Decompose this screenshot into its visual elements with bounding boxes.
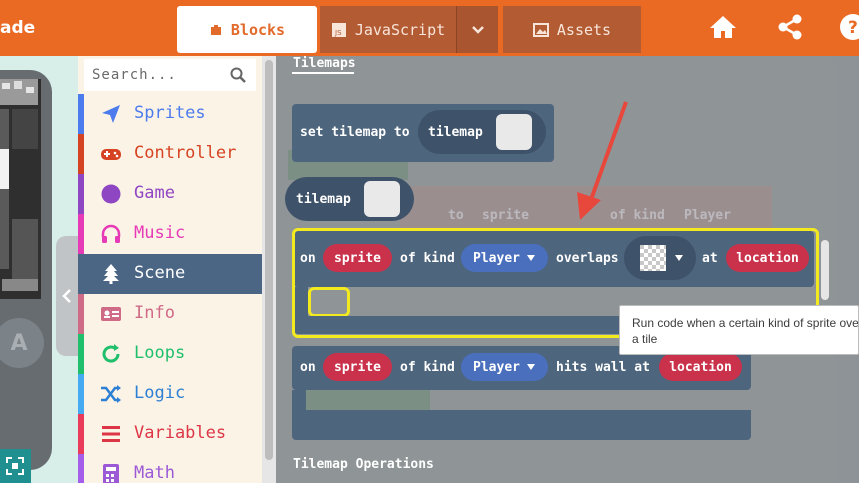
a-button-label: A	[10, 330, 28, 356]
category-color-bar	[78, 214, 84, 254]
category-loops[interactable]: Loops	[78, 334, 262, 374]
id-card-icon	[101, 307, 121, 321]
tree-icon	[103, 264, 119, 284]
top-bar: ade Blocks JS JavaScript Assets ?	[0, 0, 859, 56]
category-game[interactable]: Game	[78, 174, 262, 214]
flyout-scrollbar[interactable]	[821, 240, 829, 300]
category-label: Scene	[134, 263, 186, 283]
category-label: Logic	[134, 383, 186, 403]
refresh-icon	[102, 344, 120, 363]
tab-javascript[interactable]: JS JavaScript	[320, 6, 456, 53]
headphones-icon	[101, 224, 121, 243]
category-variables[interactable]: Variables	[78, 414, 262, 454]
hits-wall-of-kind-label: of kind	[400, 360, 455, 375]
search-input[interactable]: Search...	[84, 59, 256, 91]
fullscreen-button[interactable]	[0, 449, 31, 483]
svg-text:?: ?	[848, 18, 858, 38]
category-color-bar	[78, 374, 84, 414]
category-color-bar	[78, 174, 84, 214]
category-color-bar	[78, 414, 84, 454]
tab-blocks[interactable]: Blocks	[177, 6, 317, 53]
location-variable-label: location	[669, 359, 732, 375]
tilemap-reporter-label: tilemap	[296, 191, 351, 207]
kind-dropdown-label: Player	[473, 359, 520, 375]
category-color-bar	[78, 294, 84, 334]
sprite-variable[interactable]: sprite	[323, 353, 392, 381]
category-color-bar	[78, 454, 84, 483]
category-label: Variables	[134, 423, 227, 443]
search-placeholder: Search...	[92, 67, 177, 83]
kind-dropdown[interactable]: Player	[461, 353, 548, 381]
paper-plane-icon	[102, 105, 120, 123]
app-brand: ade	[0, 18, 36, 38]
section-title-tilemaps: Tilemaps	[293, 56, 356, 71]
category-label: Game	[134, 183, 175, 203]
category-label: Math	[134, 463, 175, 483]
tilemap-argument-label: tilemap	[428, 124, 483, 140]
chevron-left-icon	[62, 289, 71, 303]
ghost-text-to: to	[448, 208, 464, 223]
help-icon[interactable]: ?	[838, 12, 859, 42]
fullscreen-icon	[6, 457, 24, 475]
hits-wall-at-label: hits wall at	[556, 360, 650, 375]
tilemap-preview[interactable]	[496, 114, 532, 150]
category-logic[interactable]: Logic	[78, 374, 262, 414]
category-color-bar	[78, 134, 84, 174]
list-icon	[102, 426, 120, 442]
category-info[interactable]: Info	[78, 294, 262, 334]
category-controller[interactable]: Controller	[78, 134, 262, 174]
category-sprites[interactable]: Sprites	[78, 94, 262, 134]
search-icon	[230, 67, 246, 83]
home-icon[interactable]	[708, 12, 738, 42]
caret-down-icon	[526, 364, 535, 370]
shuffle-icon	[101, 385, 121, 403]
image-icon	[532, 22, 549, 37]
category-color-bar	[78, 254, 84, 294]
collapse-simulator-button[interactable]	[56, 236, 78, 356]
category-label: Controller	[134, 143, 237, 163]
tab-javascript-label: JavaScript	[354, 20, 446, 39]
language-dropdown-button[interactable]	[456, 6, 498, 53]
category-label: Loops	[134, 343, 186, 363]
section-underline	[292, 72, 354, 74]
category-music[interactable]: Music	[78, 214, 262, 254]
hits-wall-on-label: on	[300, 360, 316, 375]
tab-assets-label: Assets	[556, 20, 612, 39]
tab-assets[interactable]: Assets	[503, 6, 641, 53]
toolbox: Search... Sprites Controller Game Music …	[78, 56, 262, 483]
ghost-text-kind: Player	[684, 208, 731, 223]
set-tilemap-label: set tilemap to	[300, 125, 410, 140]
circle-icon	[101, 184, 121, 204]
block-c-bottom	[292, 410, 751, 440]
ghost-text-sprite: sprite	[482, 208, 529, 223]
tilemap-reporter-preview[interactable]	[364, 181, 400, 217]
category-math[interactable]: Math	[78, 454, 262, 483]
category-label: Sprites	[134, 103, 206, 123]
tooltip-line-2: a tile	[632, 332, 658, 346]
calculator-icon	[103, 464, 119, 483]
category-color-bar	[78, 94, 84, 134]
block-tooltip: Run code when a certain kind of sprite o…	[619, 305, 859, 355]
location-variable[interactable]: location	[659, 353, 742, 381]
section-title-tilemap-operations: Tilemap Operations	[293, 457, 434, 472]
category-color-bar	[78, 334, 84, 374]
chevron-down-icon	[471, 25, 484, 34]
annotation-arrow	[577, 101, 628, 220]
game-screen[interactable]	[0, 79, 41, 299]
tooltip-line-1: Run code when a certain kind of sprite o…	[632, 316, 859, 330]
share-icon[interactable]	[775, 12, 805, 42]
toolbox-scrollbar-thumb[interactable]	[265, 60, 273, 460]
svg-text:JS: JS	[334, 29, 342, 37]
sprite-variable-label: sprite	[334, 359, 381, 375]
block-c-arm	[292, 390, 306, 412]
js-file-icon: JS	[331, 22, 346, 37]
game-screen-pixels	[0, 79, 38, 291]
category-scene[interactable]: Scene	[78, 254, 262, 294]
puzzle-icon	[210, 24, 221, 35]
gamepad-icon	[101, 149, 121, 160]
category-label: Info	[134, 303, 175, 323]
category-label: Music	[134, 223, 186, 243]
tab-blocks-label: Blocks	[230, 20, 286, 39]
